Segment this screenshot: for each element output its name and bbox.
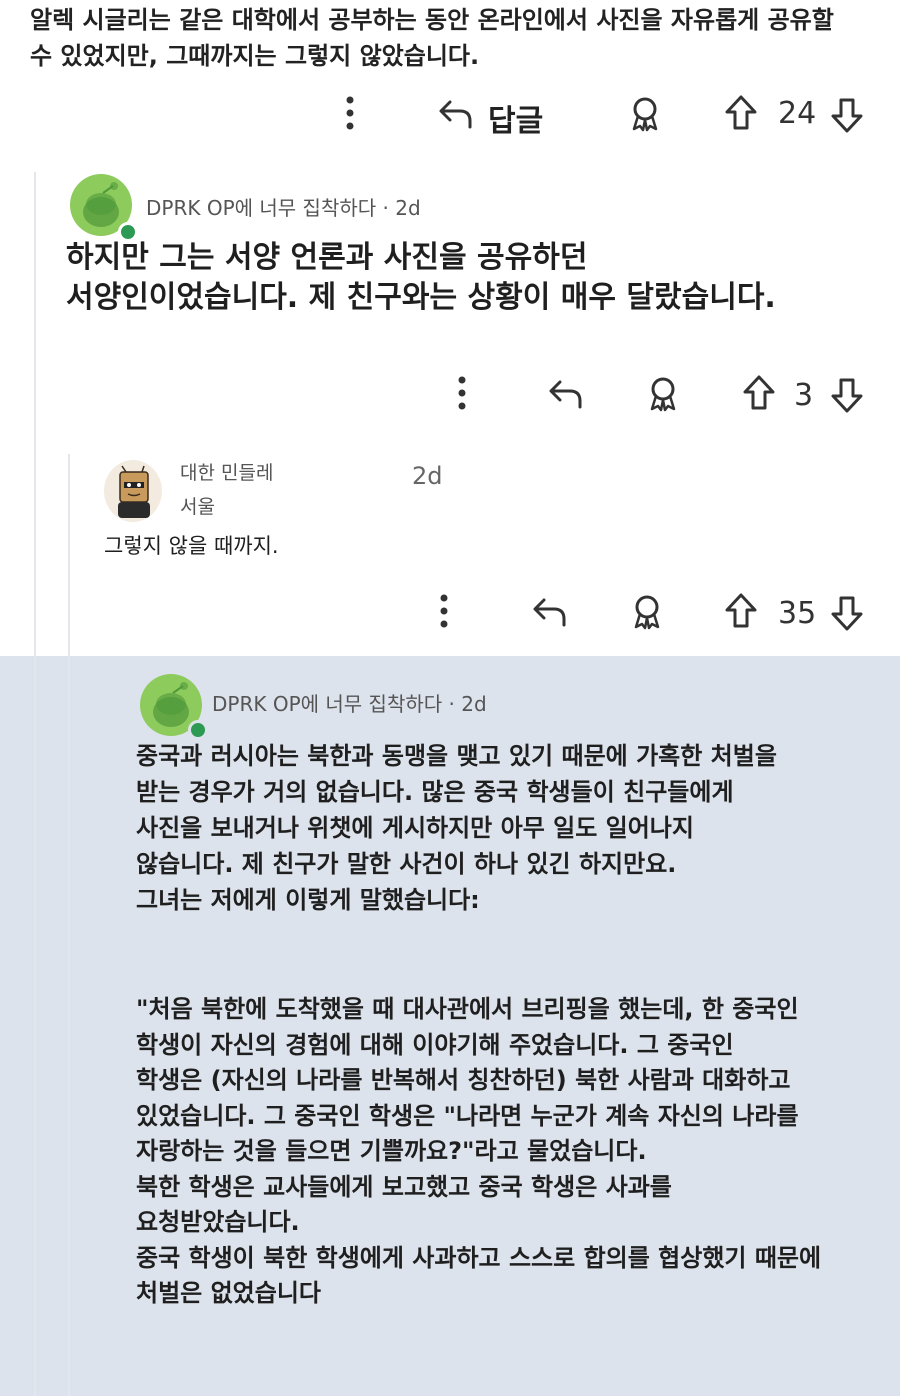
- thread-line-level-2[interactable]: [68, 454, 70, 1396]
- top-comment-body: 알렉 시글리는 같은 대학에서 공부하는 동안 온라인에서 사진을 자유롭게 공…: [30, 2, 834, 74]
- more-vertical-icon[interactable]: [434, 594, 454, 628]
- reply3-line: 사진을 보내거나 위챗에 게시하지만 아무 일도 일어나지: [136, 814, 694, 842]
- reply3-line: 중국과 러시아는 북한과 동맹을 맺고 있기 때문에 가혹한 처벌을: [136, 742, 777, 770]
- upvote-icon[interactable]: [724, 592, 758, 630]
- upvote-icon[interactable]: [724, 94, 758, 132]
- reply3-paragraph-2: "처음 북한에 도착했을 때 대사관에서 브리핑을 했는데, 한 중국인 학생이…: [136, 992, 821, 1312]
- reply3-line: 않습니다. 제 친구가 말한 사건이 하나 있긴 하지만요.: [136, 850, 677, 878]
- reply3-line: "처음 북한에 도착했을 때 대사관에서 브리핑을 했는데, 한 중국인: [136, 995, 799, 1023]
- reply3-line: 받는 경우가 거의 없습니다. 많은 중국 학생들이 친구들에게: [136, 778, 734, 806]
- reply1-body: 하지만 그는 서양 언론과 사진을 공유하던 서양인이었습니다. 제 친구와는 …: [66, 238, 776, 318]
- upvote-icon[interactable]: [742, 374, 776, 412]
- downvote-icon[interactable]: [830, 594, 864, 632]
- reply3-line: 자랑하는 것을 들으면 기쁠까요?"라고 물었습니다.: [136, 1137, 647, 1165]
- reply3-line: 학생은 (자신의 나라를 반복해서 칭찬하던) 북한 사람과 대화하고: [136, 1066, 791, 1094]
- reply-arrow-icon[interactable]: [438, 98, 474, 130]
- downvote-icon[interactable]: [830, 96, 864, 134]
- reply-arrow-icon[interactable]: [532, 596, 568, 628]
- score-count: 35: [778, 596, 817, 631]
- more-vertical-icon[interactable]: [340, 96, 360, 130]
- reply2-body: 그렇지 않을 때까지.: [104, 534, 279, 558]
- reply1-line-2: 서양인이었습니다. 제 친구와는 상황이 매우 달랐습니다.: [66, 280, 776, 315]
- reply-button-label[interactable]: 답글: [488, 96, 543, 140]
- award-icon[interactable]: [646, 376, 680, 412]
- online-status-dot: [188, 720, 208, 740]
- top-comment-line-2: 수 있었지만, 그때까지는 그렇지 않았습니다.: [30, 42, 480, 70]
- award-icon[interactable]: [628, 96, 662, 132]
- comment-author-name[interactable]: 대한 민들레: [180, 458, 273, 485]
- more-vertical-icon[interactable]: [452, 376, 472, 410]
- reply3-paragraph-1: 중국과 러시아는 북한과 동맹을 맺고 있기 때문에 가혹한 처벌을 받는 경우…: [136, 738, 777, 918]
- top-comment-line-1: 알렉 시글리는 같은 대학에서 공부하는 동안 온라인에서 사진을 자유롭게 공…: [30, 6, 834, 34]
- comment-author-meta[interactable]: DPRK OP에 너무 집착하다 · 2d: [146, 192, 421, 221]
- cartoon-avatar-icon: [118, 465, 150, 518]
- score-count: 24: [778, 96, 817, 131]
- reply3-line: 처벌은 없었습니다: [136, 1279, 321, 1307]
- reply-arrow-icon[interactable]: [548, 378, 584, 410]
- thread-line-level-1[interactable]: [34, 172, 36, 1396]
- reply3-line: 북한 학생은 교사들에게 보고했고 중국 학생은 사과를: [136, 1172, 672, 1201]
- reply3-line: 학생이 자신의 경험에 대해 이야기해 주었습니다. 그 중국인: [136, 1030, 734, 1059]
- reply3-line: 그녀는 저에게 이렇게 말했습니다:: [136, 886, 480, 914]
- reply3-line: 요청받았습니다.: [136, 1208, 300, 1236]
- award-icon[interactable]: [630, 594, 664, 630]
- reply3-line: 있었습니다. 그 중국인 학생은 "나라면 누군가 계속 자신의 나라를: [136, 1101, 799, 1130]
- downvote-icon[interactable]: [830, 376, 864, 414]
- reply1-line-1: 하지만 그는 서양 언론과 사진을 공유하던: [66, 240, 588, 275]
- comment-timestamp: 2d: [412, 462, 443, 490]
- user-flair: 서울: [180, 496, 215, 518]
- comment-author-meta[interactable]: DPRK OP에 너무 집착하다 · 2d: [212, 688, 487, 717]
- reply3-line: 중국 학생이 북한 학생에게 사과하고 스스로 합의를 협상했기 때문에: [136, 1243, 822, 1272]
- avatar[interactable]: [104, 460, 162, 522]
- score-count: 3: [794, 378, 814, 413]
